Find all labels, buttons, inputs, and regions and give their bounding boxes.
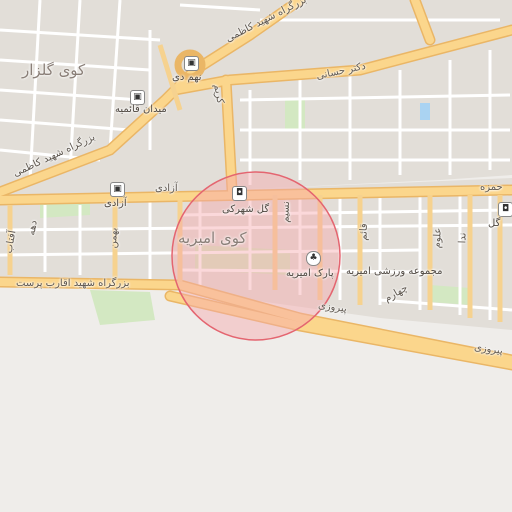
poi-label-gol-east[interactable]: گل: [488, 218, 500, 230]
road-label-hamzeh: حمزه: [480, 182, 503, 193]
road-label-neda: ندا: [457, 232, 469, 244]
road-label-oloum: علوم: [431, 227, 444, 249]
road-label-nasim: نسیم: [280, 201, 293, 223]
road-label-bahman: بهمن: [108, 227, 120, 249]
neighborhood-label-amirieh: کوی امیریه: [178, 229, 247, 247]
shopping-bag-icon[interactable]: ◘: [498, 202, 512, 217]
poi-label-gol-shahrak[interactable]: گل شهرکی: [222, 204, 269, 216]
bus-icon[interactable]: ▣: [110, 182, 125, 197]
bus-icon[interactable]: ▣: [130, 90, 145, 105]
road-label-ghaem: قائم: [358, 223, 370, 241]
map-canvas[interactable]: کوی گلزار کوی امیریه بزرگراه شهید کاظمی …: [0, 0, 512, 512]
bus-icon[interactable]: ▣: [184, 56, 199, 71]
poi-label-noh-dey[interactable]: نهم دی: [172, 72, 202, 84]
road-label-azadi: آزادی: [155, 183, 178, 194]
poi-label-meydan-ghaemieh[interactable]: میدان قائمیه: [115, 104, 167, 116]
neighborhood-label-golzar: کوی گلزار: [22, 61, 86, 79]
poi-label-sports-complex[interactable]: مجموعه ورزشی امیریه: [346, 266, 442, 278]
poi-label-park-amirieh[interactable]: پارک امیریه: [286, 268, 334, 280]
poi-label-azadi-stop[interactable]: آزادی: [104, 198, 127, 210]
road-label-aqarebparast: بزرگراه شهید اقارب پرست: [16, 278, 130, 289]
shopping-bag-icon[interactable]: ◘: [232, 186, 247, 201]
road-label-daheh: دهه: [26, 219, 40, 237]
tree-icon[interactable]: ♣: [306, 251, 321, 266]
